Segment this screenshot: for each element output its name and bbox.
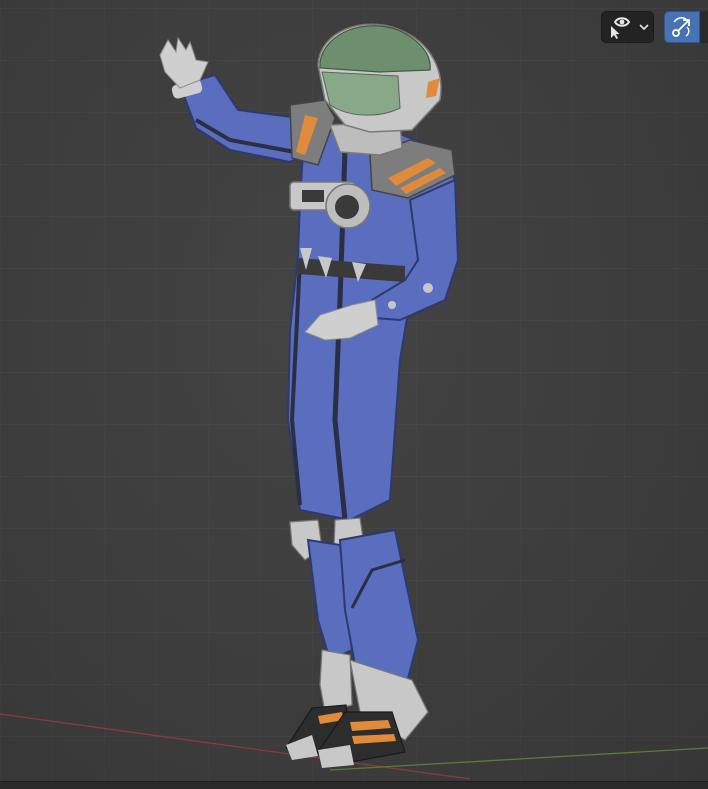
viewport-scene xyxy=(0,23,708,780)
gizmo-icon xyxy=(672,17,690,37)
left-boot-guard xyxy=(319,649,353,713)
gizmo-toggle-button[interactable] xyxy=(664,11,700,43)
helmet-dome xyxy=(319,25,431,73)
gizmo-toggle-group xyxy=(664,11,708,43)
viewport-bottom-edge xyxy=(0,781,708,789)
elbow-bolt xyxy=(423,283,433,293)
viewport-header-toolbar xyxy=(601,11,708,43)
astronaut-model[interactable] xyxy=(159,23,460,768)
3d-viewport[interactable] xyxy=(0,0,708,789)
selectability-visibility-button[interactable] xyxy=(601,11,654,43)
chest-device-lens xyxy=(335,195,359,219)
gizmo-dropdown-edge[interactable] xyxy=(700,11,708,43)
wrist-bolt xyxy=(388,301,396,309)
chevron-down-icon xyxy=(639,24,649,31)
chest-device-screen xyxy=(302,190,324,202)
eye-arrow-icon xyxy=(611,17,631,39)
